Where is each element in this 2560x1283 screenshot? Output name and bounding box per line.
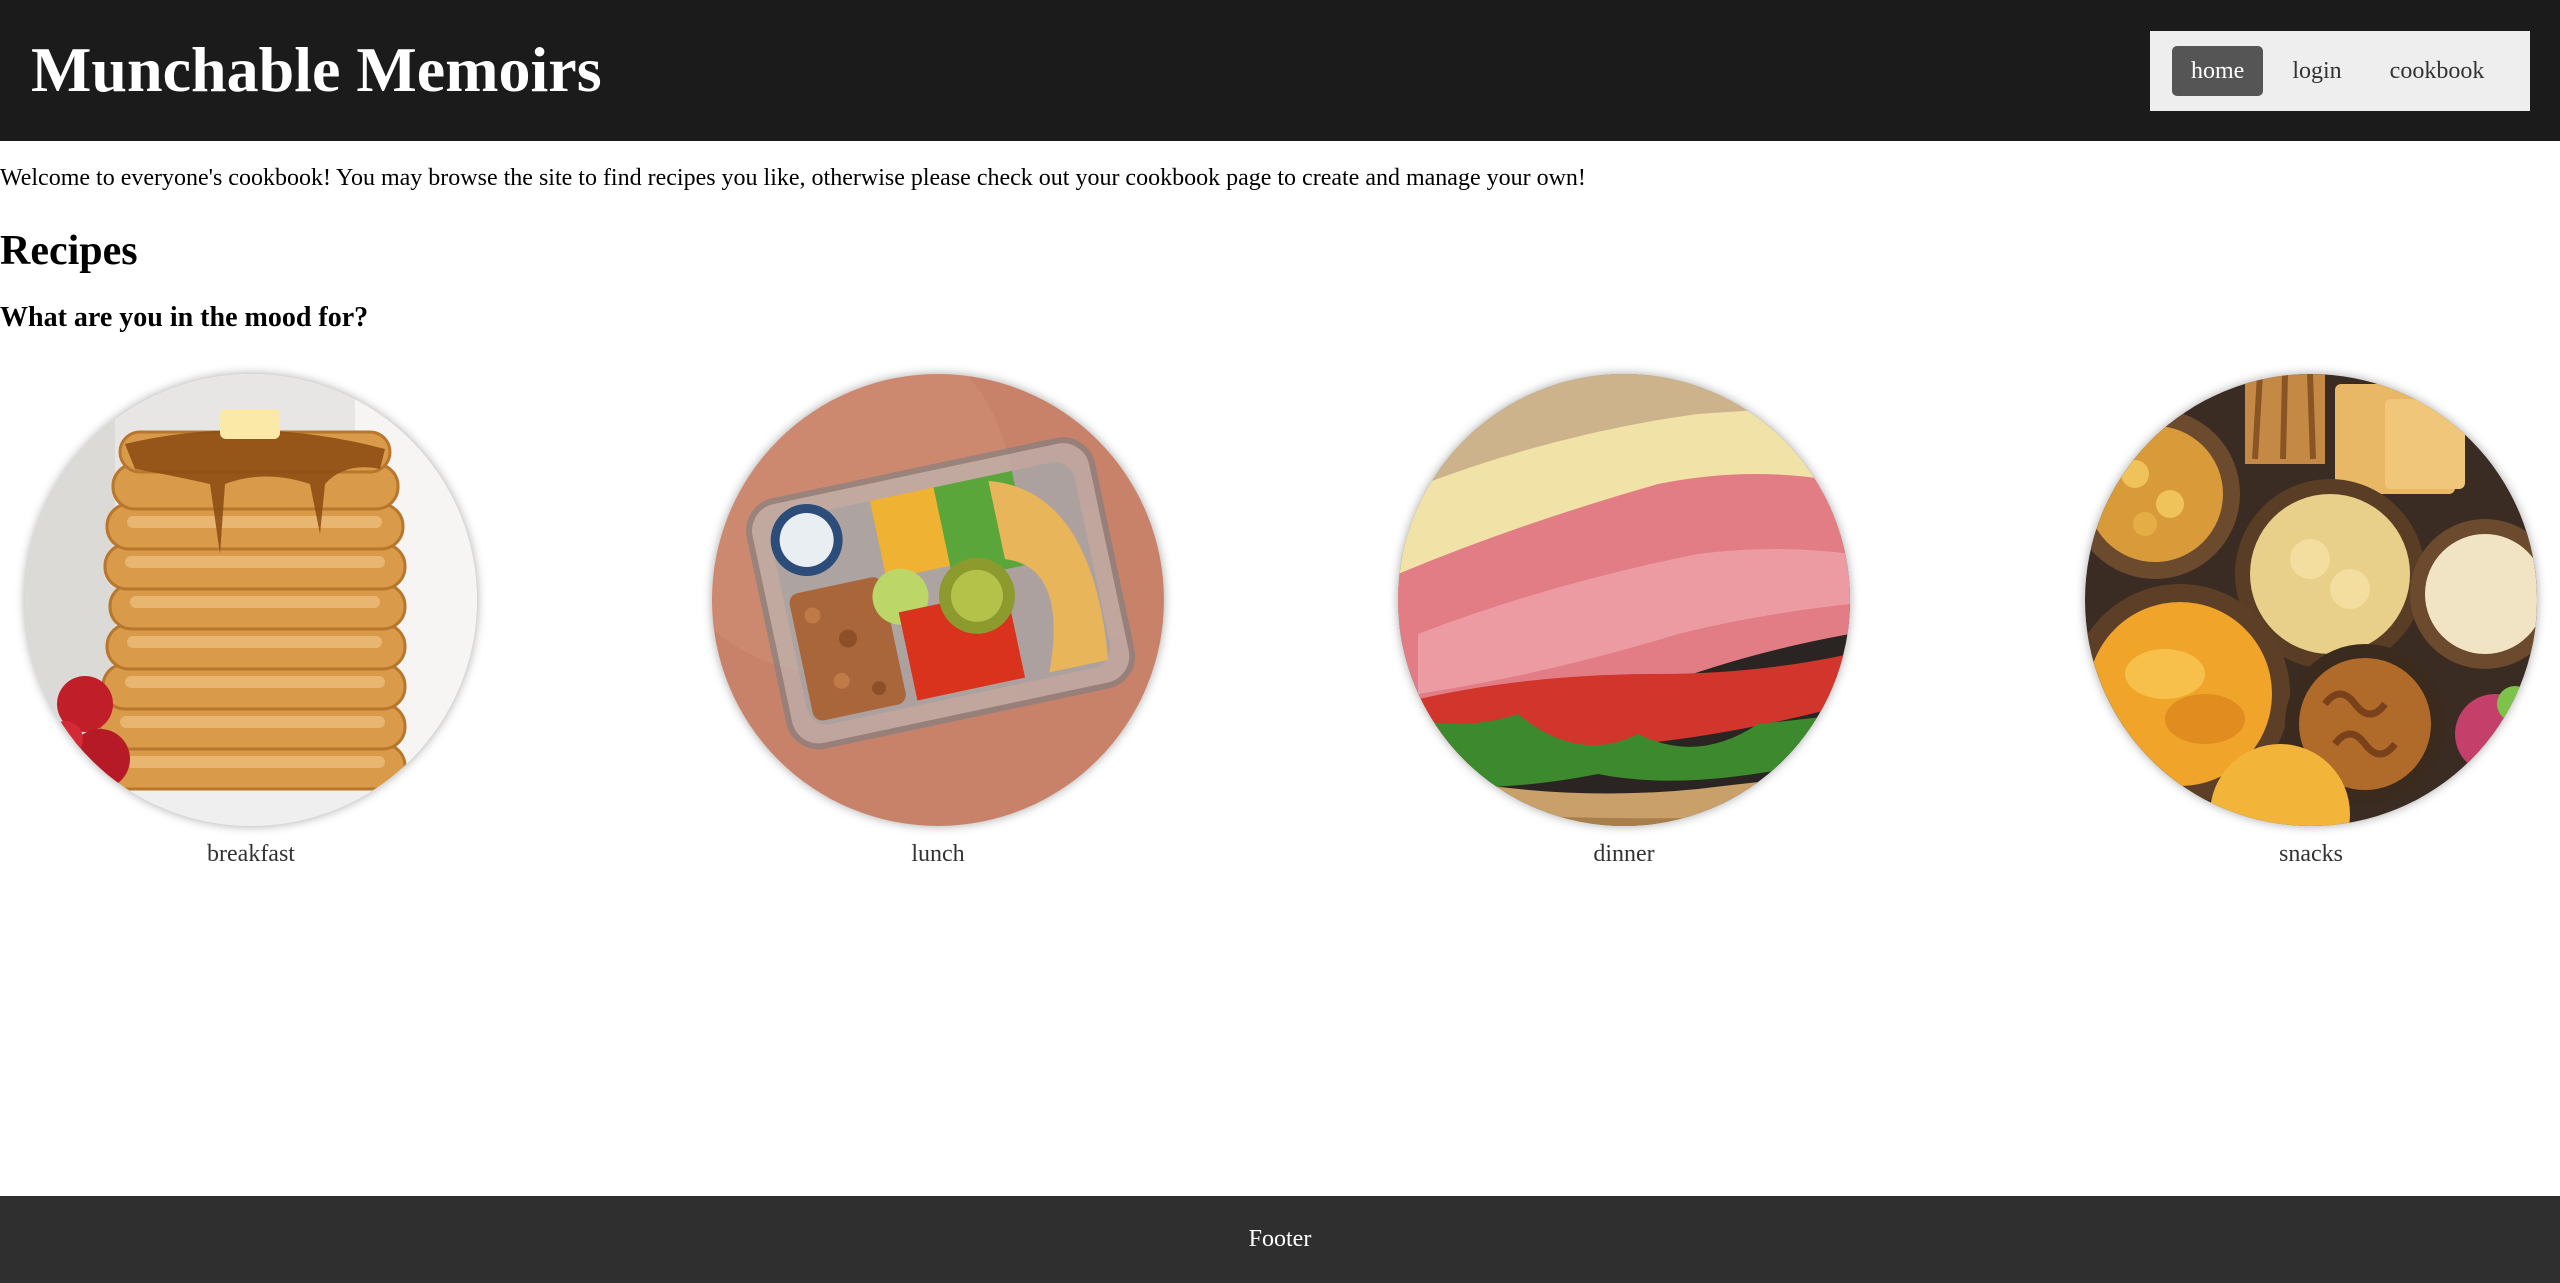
category-breakfast[interactable]: breakfast <box>25 374 477 868</box>
deli-sandwich-image <box>1398 374 1850 826</box>
snacks-image[interactable] <box>2085 374 2537 826</box>
category-label-breakfast[interactable]: breakfast <box>25 840 477 868</box>
category-label-snacks[interactable]: snacks <box>2085 840 2537 868</box>
footer-text: Footer <box>1248 1226 1312 1252</box>
mood-heading: What are you in the mood for? <box>0 302 369 333</box>
nav-home-link[interactable]: home <box>2172 46 2264 96</box>
category-lunch[interactable]: lunch <box>712 374 1164 868</box>
main-nav: home login cookbook <box>2150 31 2530 111</box>
breakfast-image[interactable] <box>25 374 477 826</box>
recipes-heading: Recipes <box>0 228 138 274</box>
category-label-dinner[interactable]: dinner <box>1398 840 1850 868</box>
nav-login-link[interactable]: login <box>2273 46 2360 96</box>
dinner-image[interactable] <box>1398 374 1850 826</box>
site-header: Munchable Memoirs home login cookbook <box>0 0 2560 141</box>
site-footer: Footer <box>0 1196 2560 1283</box>
pancake-stack-image <box>25 374 477 826</box>
category-label-lunch[interactable]: lunch <box>712 840 1164 868</box>
welcome-text: Welcome to everyone's cookbook! You may … <box>0 165 1586 191</box>
category-dinner[interactable]: dinner <box>1398 374 1850 868</box>
snack-bowls-image <box>2085 374 2537 826</box>
lunch-image[interactable] <box>712 374 1164 826</box>
meal-prep-container-image <box>712 374 1164 826</box>
page: Munchable Memoirs home login cookbook We… <box>0 0 2560 1283</box>
category-snacks[interactable]: snacks <box>2085 374 2537 868</box>
site-title: Munchable Memoirs <box>31 34 602 105</box>
nav-cookbook-link[interactable]: cookbook <box>2371 46 2504 96</box>
